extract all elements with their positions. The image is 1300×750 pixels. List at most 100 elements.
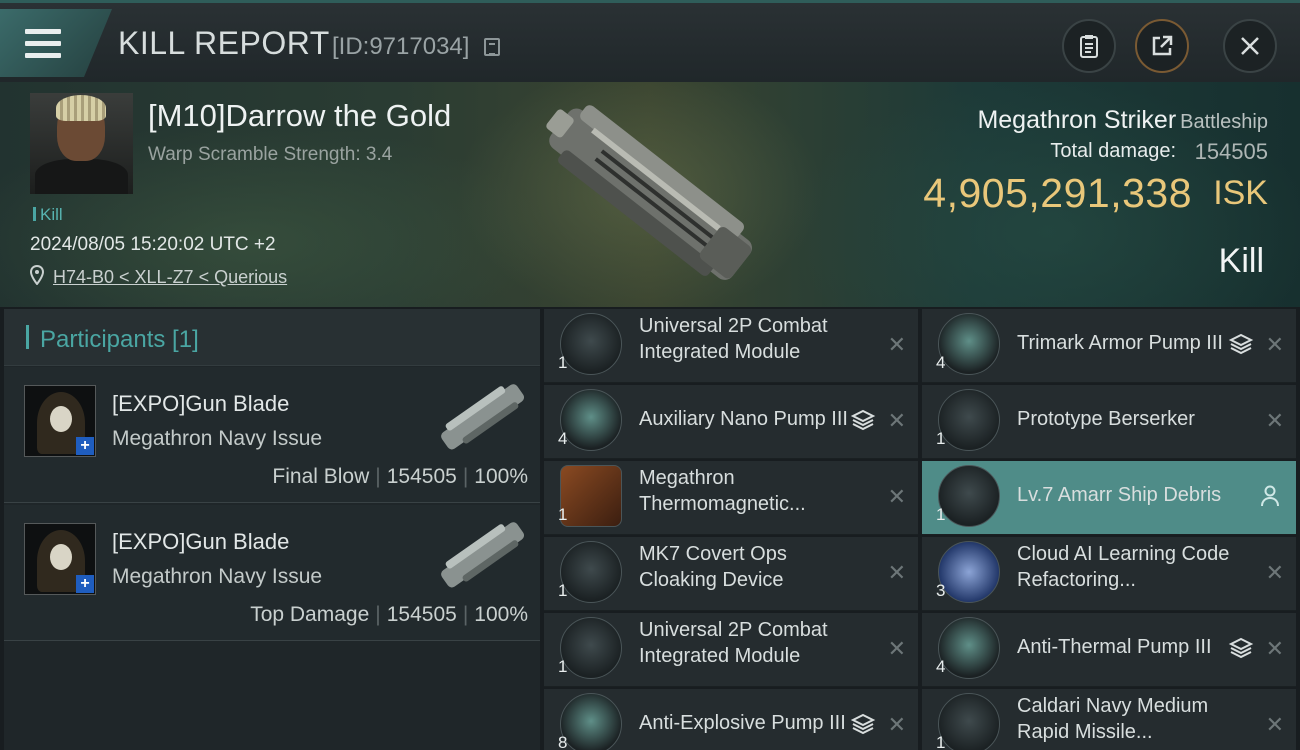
debris-icon <box>938 465 1000 527</box>
cloaking-device-icon <box>560 541 622 603</box>
kill-tag: Kill <box>33 205 63 225</box>
add-friend-icon[interactable]: + <box>76 575 94 593</box>
participant-role: Top Damage <box>250 603 370 626</box>
kill-report-screen: KILL REPORT [ID:9717034] [M10]Darrow the… <box>0 0 1300 750</box>
module-item[interactable]: 1 Universal 2P Combat Integrated Module ✕ <box>544 309 918 383</box>
add-friend-icon[interactable]: + <box>76 437 94 455</box>
module-quantity: 1 <box>558 353 568 372</box>
participant-stats: Final Blow | 154505 | 100% <box>272 465 528 488</box>
combat-module-icon <box>560 617 622 679</box>
isk-unit: ISK <box>1213 174 1268 212</box>
ship-class: Battleship <box>1180 111 1268 133</box>
module-name: Universal 2P Combat Integrated Module <box>639 619 828 667</box>
module-item[interactable]: 1 MK7 Covert Ops Cloaking Device ✕ <box>544 537 918 611</box>
thermal-pump-icon <box>938 617 1000 679</box>
module-quantity: 1 <box>558 505 568 524</box>
close-icon[interactable]: ✕ <box>888 712 906 738</box>
close-icon[interactable]: ✕ <box>1266 332 1284 358</box>
participant-stats: Top Damage | 154505 | 100% <box>250 603 528 626</box>
close-icon[interactable]: ✕ <box>1266 560 1284 586</box>
module-item[interactable]: 4 Auxiliary Nano Pump III ✕ <box>544 385 918 459</box>
participant-damage: 154505 <box>386 603 457 626</box>
kill-datetime: 2024/08/05 15:20:02 UTC +2 <box>30 234 276 255</box>
warp-scramble-strength: Warp Scramble Strength: 3.4 <box>148 144 393 165</box>
close-icon[interactable]: ✕ <box>888 484 906 510</box>
module-item[interactable]: 3 Cloud AI Learning Code Refactoring... ✕ <box>922 537 1296 611</box>
module-item[interactable]: 1 Universal 2P Combat Integrated Module ✕ <box>544 613 918 687</box>
total-damage-value: 154505 <box>1194 139 1268 164</box>
module-name: Lv.7 Amarr Ship Debris <box>1017 484 1222 506</box>
close-icon <box>1241 37 1259 55</box>
close-icon[interactable]: ✕ <box>1266 712 1284 738</box>
menu-button[interactable] <box>0 9 112 77</box>
participant-percent: 100% <box>474 603 528 626</box>
participant-ship: Megathron Navy Issue <box>112 427 323 450</box>
participants-header[interactable]: Participants [1] <box>4 309 540 366</box>
module-item[interactable]: 4 Anti-Thermal Pump III ✕ <box>922 613 1296 687</box>
total-damage-label: Total damage: <box>1050 140 1176 162</box>
module-item[interactable]: 1 Lv.7 Amarr Ship Debris <box>922 461 1296 535</box>
ship-image <box>546 105 752 280</box>
module-name: Trimark Armor Pump III <box>1017 332 1223 354</box>
module-item[interactable]: 4 Trimark Armor Pump III ✕ <box>922 309 1296 383</box>
module-item[interactable]: 1 Prototype Berserker ✕ <box>922 385 1296 459</box>
close-button[interactable] <box>1223 19 1277 73</box>
isk-value: 4,905,291,338 <box>923 170 1192 216</box>
blueprint-icon <box>560 465 622 527</box>
module-name: Auxiliary Nano Pump III <box>639 408 848 430</box>
close-icon[interactable]: ✕ <box>888 332 906 358</box>
module-quantity: 1 <box>936 733 946 750</box>
hamburger-menu-icon <box>25 29 61 59</box>
dropped-items-grid: 1 Universal 2P Combat Integrated Module ✕ 4… <box>544 309 1300 750</box>
module-quantity: 4 <box>936 353 946 372</box>
participant-ship-image <box>441 384 525 450</box>
participant-damage: 154505 <box>386 465 457 488</box>
victim-name[interactable]: [M10]Darrow the Gold <box>148 98 451 134</box>
module-name: Universal 2P Combat Integrated Module <box>639 315 828 363</box>
participant-row[interactable]: + [EXPO]Gun Blade Megathron Navy Issue T… <box>4 505 540 641</box>
participant-avatar[interactable]: + <box>24 385 96 457</box>
close-icon[interactable]: ✕ <box>888 408 906 434</box>
close-icon[interactable]: ✕ <box>1266 636 1284 662</box>
combat-module-icon <box>560 313 622 375</box>
copy-icon[interactable] <box>484 38 500 56</box>
participant-row[interactable]: + [EXPO]Gun Blade Megathron Navy Issue F… <box>4 367 540 503</box>
clipboard-button[interactable] <box>1062 19 1116 73</box>
kill-status: Kill <box>1218 242 1264 280</box>
participant-role: Final Blow <box>272 465 370 488</box>
top-bar: KILL REPORT [ID:9717034] <box>0 0 1300 82</box>
participant-percent: 100% <box>474 465 528 488</box>
armor-pump-icon <box>938 313 1000 375</box>
participant-avatar[interactable]: + <box>24 523 96 595</box>
stack-layers-icon <box>850 713 876 735</box>
close-icon[interactable]: ✕ <box>1266 408 1284 434</box>
participant-ship-image <box>441 522 525 588</box>
missile-launcher-icon <box>938 693 1000 750</box>
ai-chip-icon <box>938 541 1000 603</box>
module-quantity: 3 <box>936 581 946 600</box>
module-item[interactable]: 8 Anti-Explosive Pump III ✕ <box>544 689 918 750</box>
location-link[interactable]: H74-B0 < XLL-Z7 < Querious <box>53 267 287 288</box>
report-id: [ID:9717034] <box>332 33 470 60</box>
module-quantity: 1 <box>558 657 568 676</box>
share-button[interactable] <box>1135 19 1189 73</box>
stack-layers-icon <box>850 409 876 431</box>
page-title: KILL REPORT <box>118 25 330 61</box>
participant-name: [EXPO]Gun Blade <box>112 529 290 554</box>
module-quantity: 4 <box>558 429 568 448</box>
module-quantity: 8 <box>558 733 568 750</box>
module-item[interactable]: 1 Megathron Thermomagnetic... ✕ <box>544 461 918 535</box>
participants-panel: Participants [1] + [EXPO]Gun Blade Megat… <box>4 309 540 750</box>
location-pin-icon <box>30 265 44 285</box>
module-name: MK7 Covert Ops Cloaking Device <box>639 543 787 591</box>
module-name: Megathron Thermomagnetic... <box>639 467 806 515</box>
module-item[interactable]: 1 Caldari Navy Medium Rapid Missile... ✕ <box>922 689 1296 750</box>
participants-label: Participants [1] <box>40 326 199 353</box>
module-name: Anti-Thermal Pump III <box>1017 636 1212 658</box>
victim-portrait[interactable] <box>30 93 133 194</box>
close-icon[interactable]: ✕ <box>888 636 906 662</box>
stack-layers-icon <box>1228 637 1254 659</box>
close-icon[interactable]: ✕ <box>888 560 906 586</box>
user-icon[interactable] <box>1260 485 1280 507</box>
explosive-pump-icon <box>560 693 622 750</box>
